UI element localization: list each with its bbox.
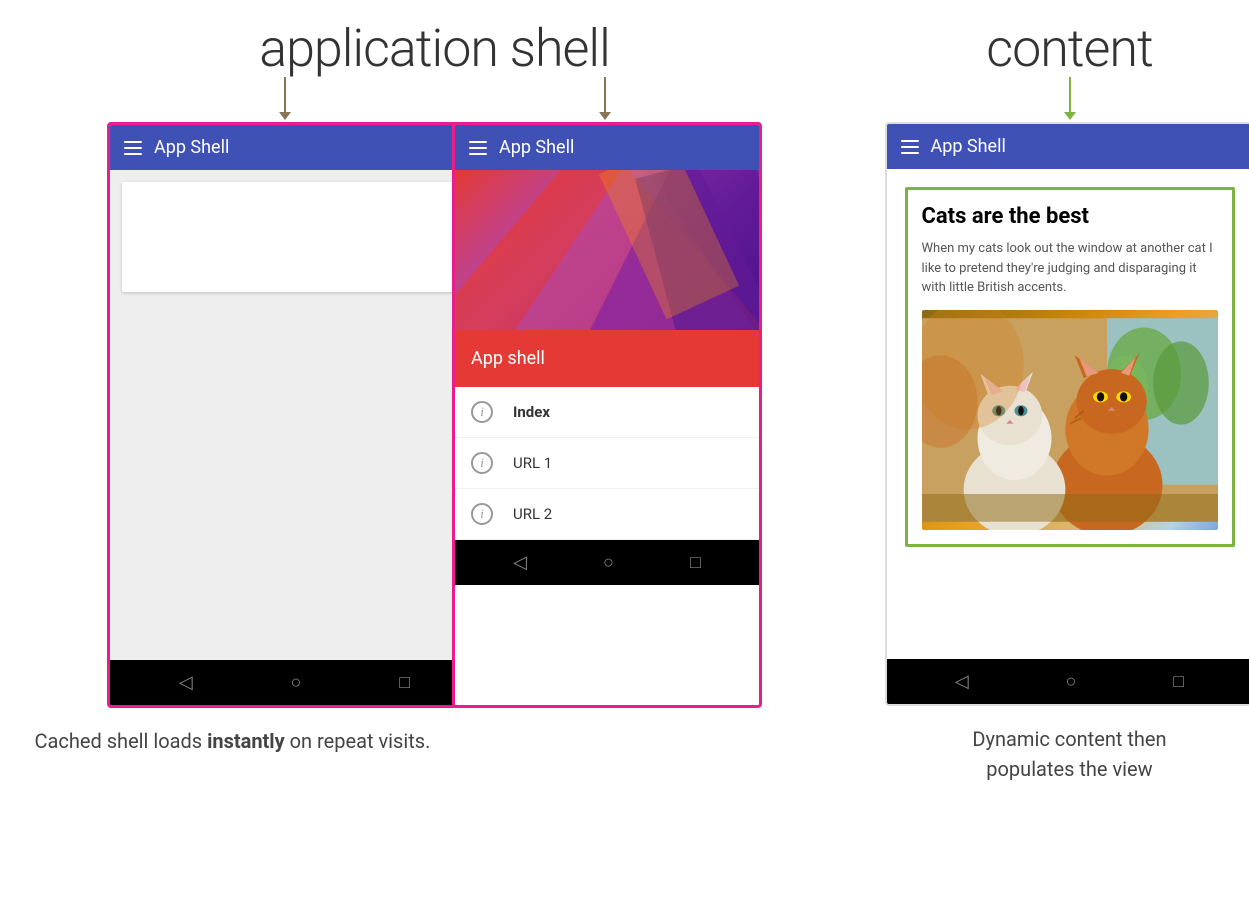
left-label-group: application shell: [25, 20, 845, 756]
hamburger-icon-left[interactable]: [124, 141, 142, 155]
cat-image: [922, 310, 1218, 530]
phone-right-bottom-nav: ◁ ○ □: [887, 659, 1249, 704]
dynamic-caption-line1: Dynamic content then: [885, 724, 1249, 754]
content-heading: content: [986, 20, 1153, 77]
cached-text-end: on repeat visits.: [285, 729, 431, 753]
menu-item-url2[interactable]: i URL 2: [455, 489, 759, 540]
arrow-head-left: [279, 112, 291, 120]
menu-label-url2: URL 2: [513, 505, 552, 523]
right-arrow-head: [1064, 112, 1076, 120]
right-label-group: content App Shell Cats are the best When…: [885, 20, 1249, 784]
cats-text: When my cats look out the window at anot…: [922, 239, 1218, 298]
back-icon-left[interactable]: ◁: [179, 672, 193, 693]
menu-item-url1[interactable]: i URL 1: [455, 438, 759, 489]
home-icon-left[interactable]: ○: [291, 672, 302, 693]
recents-icon-left[interactable]: □: [399, 672, 410, 693]
cached-text-bold: instantly: [207, 729, 285, 753]
info-icon-url1: i: [471, 452, 493, 474]
arrow-left: [279, 77, 291, 122]
menu-label-url1: URL 1: [513, 454, 552, 472]
app-shell-heading: application shell: [259, 20, 610, 77]
hamburger-icon-right[interactable]: [901, 140, 919, 154]
center-phone-title: App Shell: [499, 137, 574, 158]
phone-center: App Shell App shell: [452, 122, 762, 708]
paper-fold-decoration: [455, 170, 759, 330]
right-phone-title: App Shell: [931, 136, 1006, 157]
arrow-right: [599, 77, 611, 122]
info-icon-url2: i: [471, 503, 493, 525]
phone-center-header: App Shell: [455, 125, 759, 170]
recents-icon-right[interactable]: □: [1173, 671, 1184, 692]
content-green-box: Cats are the best When my cats look out …: [905, 187, 1235, 547]
home-icon-right[interactable]: ○: [1066, 671, 1077, 692]
phone-left-body: [110, 170, 479, 660]
phone-right-body: Cats are the best When my cats look out …: [887, 169, 1249, 659]
left-phone-title: App Shell: [154, 137, 229, 158]
dynamic-caption: Dynamic content then populates the view: [885, 724, 1249, 784]
content-arrow: [1064, 77, 1076, 122]
right-arrow-stem: [1069, 77, 1071, 112]
phone-center-bottom-nav: ◁ ○ □: [455, 540, 759, 585]
drawer-shadow: [759, 125, 762, 705]
left-phones-group: App Shell ◁ ○ □: [107, 122, 762, 708]
phone-left: App Shell ◁ ○ □: [107, 122, 482, 708]
arrow-head-right: [599, 112, 611, 120]
phone-right: App Shell Cats are the best When my cats…: [885, 122, 1249, 706]
cached-text-start: Cached shell loads: [35, 729, 208, 753]
back-icon-right[interactable]: ◁: [955, 671, 969, 692]
content-card-placeholder: [122, 182, 467, 292]
cat-svg: [922, 310, 1218, 530]
info-icon-index: i: [471, 401, 493, 423]
phone-left-header: App Shell: [110, 125, 479, 170]
phone-left-bottom-nav: ◁ ○ □: [110, 660, 479, 705]
menu-list: i Index i URL 1 i URL 2: [455, 387, 759, 540]
menu-item-index[interactable]: i Index: [455, 387, 759, 438]
cached-caption: Cached shell loads instantly on repeat v…: [25, 726, 845, 756]
arrow-stem-left: [284, 77, 286, 112]
back-icon-center[interactable]: ◁: [513, 552, 527, 573]
hamburger-icon-center[interactable]: [469, 141, 487, 155]
app-shell-arrows: [25, 77, 845, 122]
menu-label-index: Index: [513, 403, 550, 421]
arrow-stem-right: [604, 77, 606, 112]
dynamic-caption-line2: populates the view: [885, 754, 1249, 784]
recents-icon-center[interactable]: □: [690, 552, 701, 573]
cats-title: Cats are the best: [922, 204, 1218, 229]
colorful-header-area: [455, 170, 759, 330]
page-container: application shell: [25, 20, 1225, 784]
app-shell-banner: App shell: [455, 330, 759, 387]
phone-right-header: App Shell: [887, 124, 1249, 169]
home-icon-center[interactable]: ○: [603, 552, 614, 573]
